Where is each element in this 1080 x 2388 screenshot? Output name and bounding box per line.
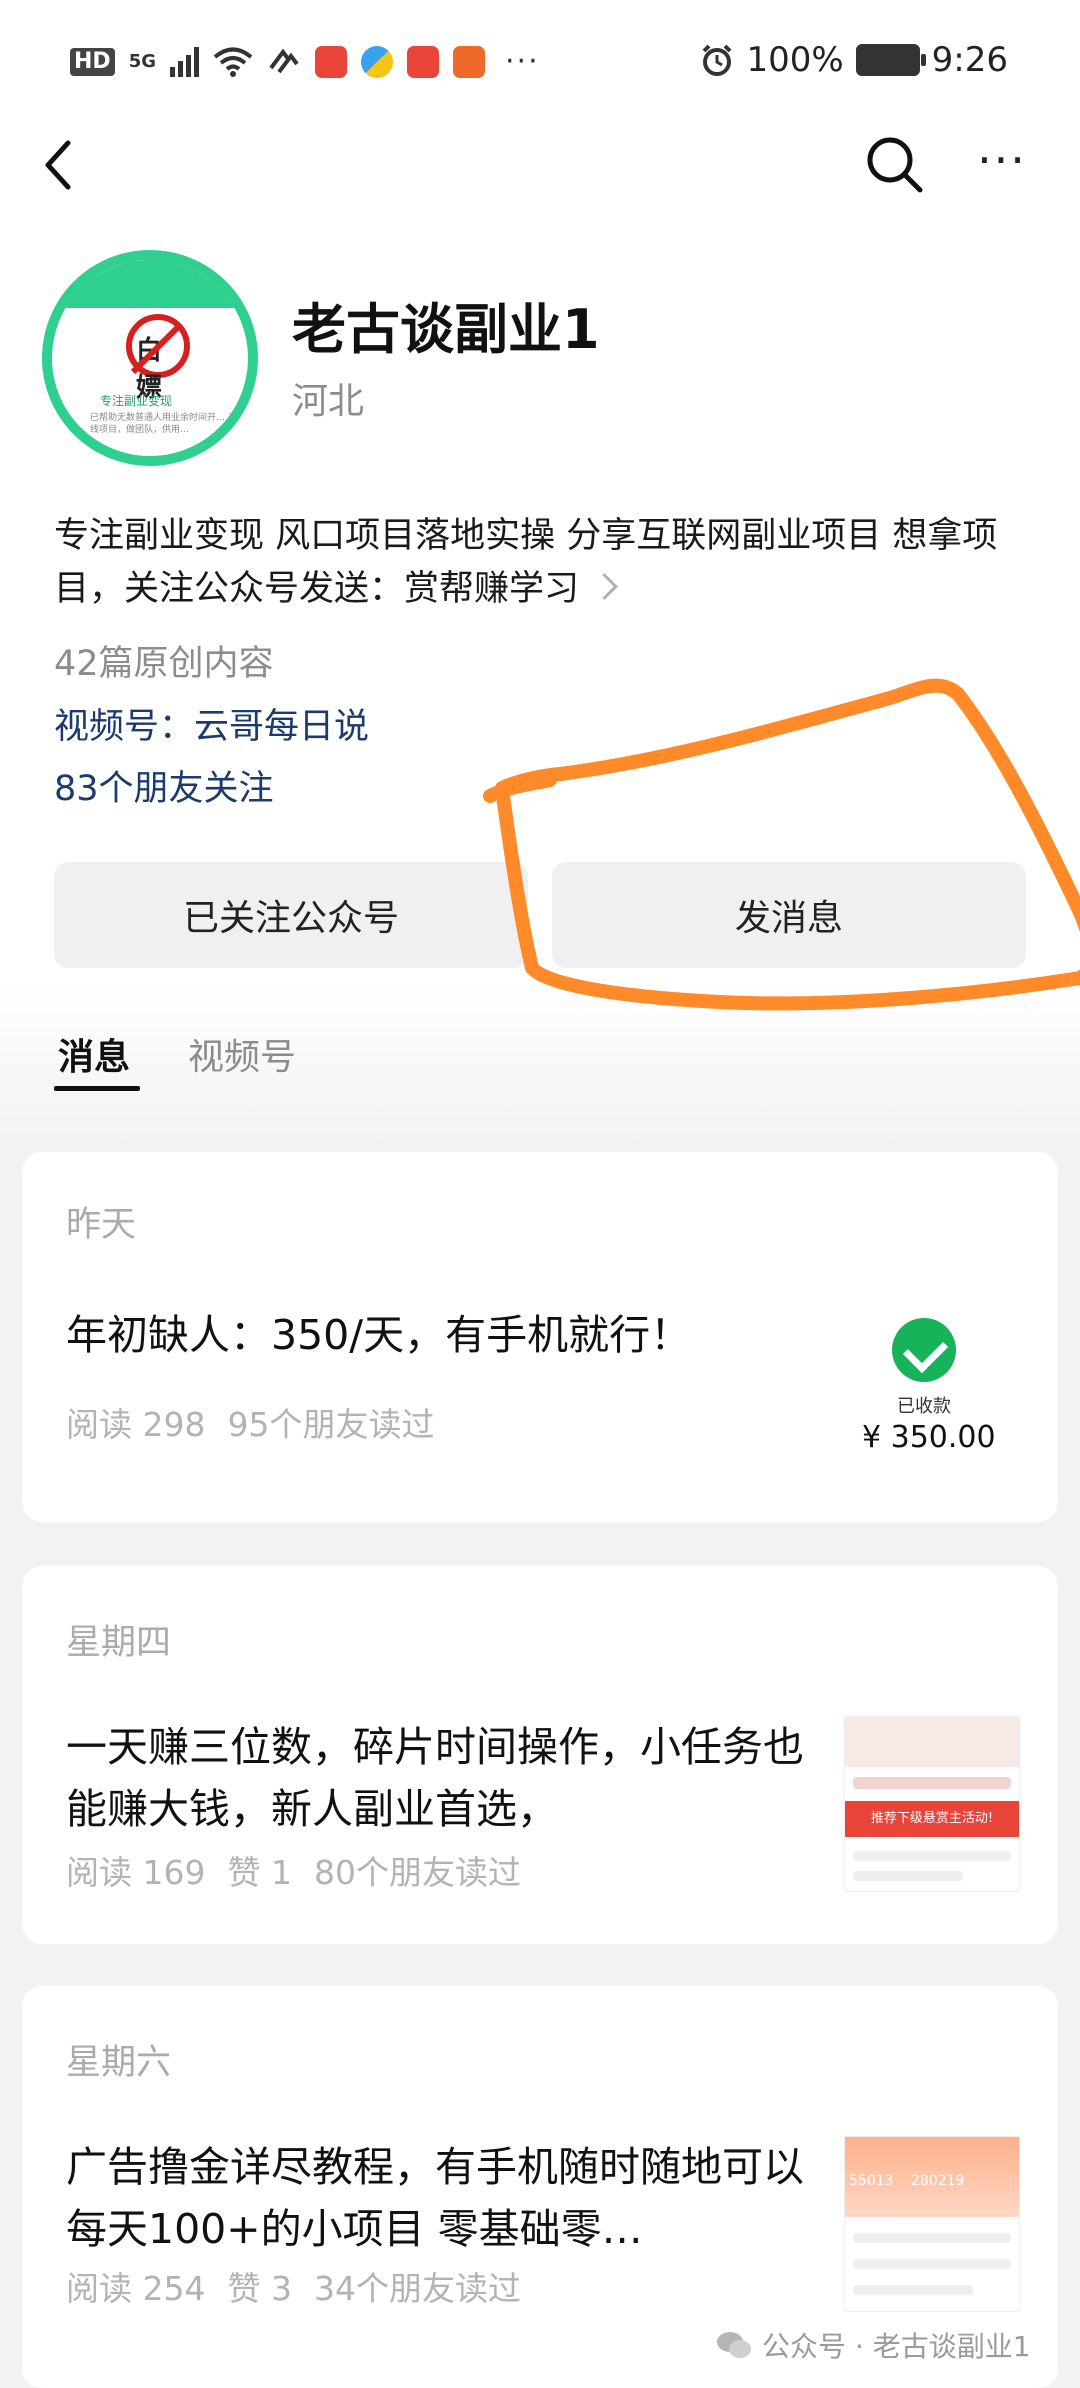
thumb-row (853, 2259, 1011, 2269)
app-notification-icon (453, 45, 485, 78)
account-avatar[interactable]: 白嫖 专注副业变现 已帮助无数普通人用业余时间开… 在线项目，做团队，供用… (42, 250, 258, 466)
thumb-number: 55013 (849, 2173, 894, 2189)
article-stats: 阅读 254 赞 3 34个朋友读过 (66, 2262, 543, 2310)
like-count: 赞 3 (227, 2269, 292, 2308)
alarm-icon (703, 44, 732, 76)
tab-messages[interactable]: 消息 (58, 1028, 130, 1080)
app-notification-icon (361, 45, 393, 78)
signal-icon (170, 46, 199, 77)
read-count: 阅读 298 (66, 1405, 206, 1444)
article-thumbnail: 55013 280219 (844, 2136, 1020, 2312)
avatar-caption: 专注副业变现 (100, 394, 173, 408)
article-stats: 阅读 169 赞 1 80个朋友读过 (66, 1846, 543, 1894)
app-notification-icon (407, 45, 439, 78)
article-title: 广告撸金详尽教程，有手机随时随地可以 每天100+的小项目 零基础零… (66, 2143, 804, 2253)
search-icon[interactable] (862, 132, 926, 196)
watermark: 公众号 · 老古谈副业1 (716, 2325, 1031, 2365)
avatar-banner (52, 260, 248, 308)
article-title: 年初缺人：350/天，有手机就行！ (66, 1311, 692, 1359)
account-name: 老古谈副业1 (292, 298, 600, 361)
article-date: 星期六 (66, 2043, 172, 2083)
read-count: 阅读 169 (66, 1853, 206, 1892)
account-description[interactable]: 专注副业变现 风口项目落地实操 分享互联网副业项目 想拿项目，关注公众号发送：赏… (54, 510, 1044, 616)
friends-read: 95个朋友读过 (227, 1405, 435, 1444)
send-message-button[interactable]: 发消息 (552, 862, 1026, 968)
article-date: 昨天 (66, 1205, 137, 1245)
avatar-content: 白嫖 专注副业变现 已帮助无数普通人用业余时间开… 在线项目，做团队，供用… (60, 308, 240, 456)
nfc-icon (269, 48, 299, 73)
read-count: 阅读 254 (66, 2269, 206, 2308)
status-bar: HD 5G ··· 100% 9:26 (0, 0, 1080, 130)
active-tab-indicator (54, 1086, 140, 1091)
followed-button[interactable]: 已关注公众号 (54, 862, 528, 968)
app-notification-icon (315, 45, 347, 78)
no-sign-icon: 白嫖 (126, 314, 190, 403)
hd-badge: HD (70, 47, 115, 76)
article-title: 一天赚三位数，碎片时间操作，小任务也能赚大钱，新人副业首选， (66, 1723, 804, 1833)
thumb-row (853, 1777, 1011, 1789)
thumb-row (853, 1851, 1011, 1861)
chevron-right-icon (591, 573, 618, 600)
wechat-icon (717, 2332, 751, 2358)
article-card[interactable]: 星期四 一天赚三位数，碎片时间操作，小任务也能赚大钱，新人副业首选， 阅读 16… (22, 1566, 1058, 1944)
article-card[interactable]: 昨天 年初缺人：350/天，有手机就行！ 阅读 298 95个朋友读过 已收款 ¥… (22, 1152, 1058, 1522)
article-date: 星期四 (66, 1623, 172, 1663)
wifi-icon (213, 47, 253, 77)
friends-read: 80个朋友读过 (313, 1853, 521, 1892)
payment-status: 已收款 (897, 1396, 951, 1417)
article-stats: 阅读 298 95个朋友读过 (66, 1398, 456, 1446)
clock-time: 9:26 (931, 40, 1008, 80)
more-notifications-icon: ··· (505, 44, 540, 79)
thumb-header (845, 1717, 1019, 1767)
article-thumbnail: 推荐下级悬赏主活动! (844, 1716, 1020, 1892)
thumb-row (853, 2285, 973, 2295)
thumb-number: 280219 (911, 2173, 965, 2189)
description-text: 专注副业变现 风口项目落地实操 分享互联网副业项目 想拿项目，关注公众号发送：赏… (54, 516, 998, 609)
network-5g-label: 5G (128, 50, 156, 72)
more-options-icon[interactable]: ··· (970, 137, 1034, 190)
video-channel-link[interactable]: 视频号：云哥每日说 (54, 698, 369, 749)
battery-percent: 100% (746, 40, 844, 80)
friends-read: 34个朋友读过 (313, 2269, 521, 2308)
thumb-row (853, 1871, 963, 1881)
friends-following-link[interactable]: 83个朋友关注 (54, 760, 274, 811)
battery-icon (855, 44, 926, 76)
tab-video-channel[interactable]: 视频号 (188, 1028, 296, 1080)
account-region: 河北 (292, 381, 365, 422)
payment-amount: ¥ 350.00 (862, 1420, 996, 1455)
status-right: 100% 9:26 (700, 40, 1008, 80)
status-left: HD 5G ··· (70, 44, 540, 79)
watermark-text: 公众号 · 老古谈副业1 (762, 2330, 1031, 2363)
like-count: 赞 1 (227, 1853, 292, 1892)
avatar-subcaption: 已帮助无数普通人用业余时间开… 在线项目，做团队，供用… (90, 413, 237, 435)
thumb-banner: 推荐下级悬赏主活动! (845, 1801, 1019, 1837)
thumb-row (853, 2233, 1011, 2243)
original-content-count[interactable]: 42篇原创内容 (54, 635, 274, 686)
back-icon[interactable] (32, 135, 92, 195)
check-icon (892, 1318, 956, 1382)
